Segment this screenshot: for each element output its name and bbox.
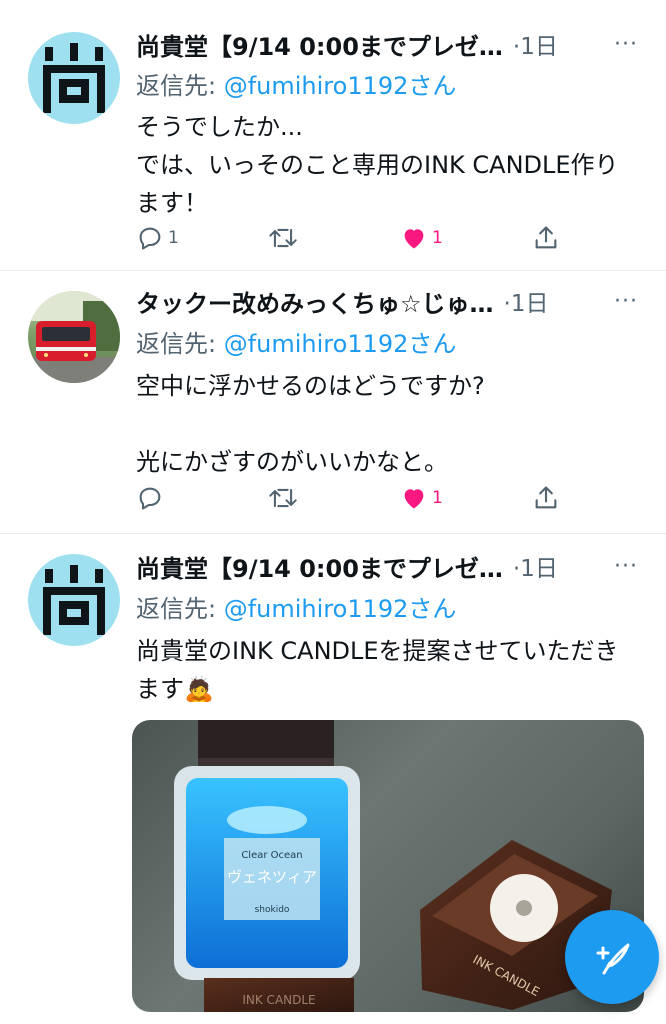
share-button[interactable] [532,224,560,252]
train-photo-icon [28,291,120,383]
share-button[interactable] [532,484,560,512]
more-options-icon[interactable]: ··· [614,289,638,314]
bottle-label-2: ヴェネツィア [227,868,317,886]
reply-to: 返信先: @fumihiro1192さん [136,66,456,101]
reply-count: 1 [168,228,179,248]
compose-tweet-button[interactable] [565,910,659,1004]
reply-handle-link[interactable]: @fumihiro1192さん [224,595,457,623]
compose-tweet-icon [596,943,630,975]
like-button[interactable]: 1 [400,484,443,512]
more-options-icon[interactable]: ··· [614,32,638,57]
retweet-icon [269,488,297,508]
like-count: 1 [432,488,443,508]
display-name[interactable]: タックー改めみっくちゅ☆じゅ… [136,284,494,319]
avatar[interactable] [28,32,120,124]
reply-to: 返信先: @fumihiro1192さん [136,324,456,359]
timestamp[interactable]: ·1日 [504,284,549,318]
display-name[interactable]: 尚貴堂【9/14 0:00までプレゼ… [136,27,503,62]
timestamp[interactable]: ·1日 [513,549,558,583]
reply-icon [139,227,161,250]
avatar[interactable] [28,291,120,383]
display-name[interactable]: 尚貴堂【9/14 0:00までプレゼ… [136,549,503,584]
tweet-text: 空中に浮かせるのはどうですか? 光にかざすのがいいかなと。 [136,372,485,476]
shokido-logo-icon [43,565,105,635]
retweet-icon [269,228,297,248]
bottle-label-3: shokido [255,905,290,915]
reply-icon [139,487,161,510]
reply-prefix: 返信先: [136,72,224,100]
share-icon [535,486,557,509]
heart-filled-icon [404,489,424,509]
reply-prefix: 返信先: [136,595,224,623]
tweet-actions: 1 1 [136,224,626,260]
more-options-icon[interactable]: ··· [614,554,638,579]
timestamp[interactable]: ·1日 [513,27,558,61]
like-button[interactable]: 1 [400,224,443,252]
avatar[interactable] [28,554,120,646]
tweet-text: そうでしたか... では、いっそのこと専用のINK CANDLE作ります！ [136,113,619,217]
tweet-actions: 1 [136,484,626,520]
reply-to: 返信先: @fumihiro1192さん [136,589,456,624]
share-icon [535,226,557,249]
like-count: 1 [432,228,443,248]
retweet-button[interactable] [268,224,302,252]
reply-handle-link[interactable]: @fumihiro1192さん [224,72,457,100]
reply-button[interactable]: 1 [136,224,179,252]
reply-handle-link[interactable]: @fumihiro1192さん [224,330,457,358]
shokido-logo-icon [43,43,105,113]
reply-button[interactable] [136,484,168,512]
tweet-1[interactable]: 尚貴堂【9/14 0:00までプレゼ… ·1日 ··· 返信先: @fumihi… [0,0,666,271]
retweet-button[interactable] [268,484,302,512]
tweet-text: 尚貴堂のINK CANDLEを提案させていただきます🙇 [136,637,619,703]
base-label: INK CANDLE [242,993,315,1007]
bottle-label-1: Clear Ocean [241,850,302,861]
reply-prefix: 返信先: [136,330,224,358]
tweet-2[interactable]: タックー改めみっくちゅ☆じゅ… ·1日 ··· 返信先: @fumihiro11… [0,271,666,534]
heart-filled-icon [404,229,424,249]
